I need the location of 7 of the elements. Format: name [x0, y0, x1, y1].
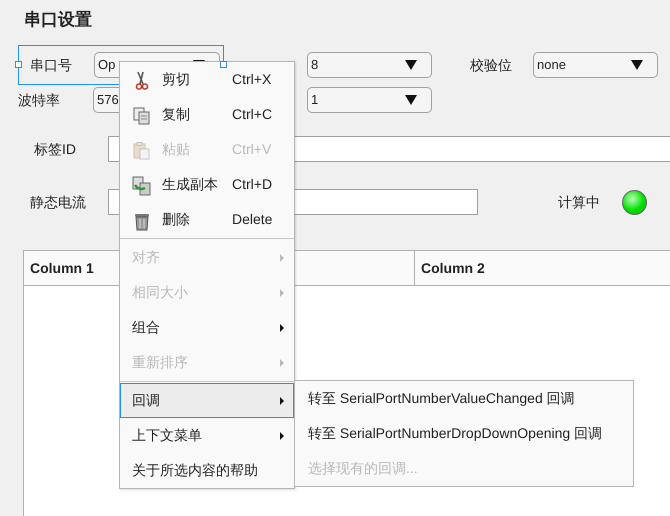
field-label: 串口号 — [29, 56, 73, 74]
field-label: 静态电流 — [30, 192, 87, 212]
field-label: 波特率 — [18, 90, 61, 110]
lamp-label: 计算中 — [558, 192, 601, 212]
panel-title: 串口设置 — [23, 9, 93, 31]
field-label: 校验位 — [470, 56, 513, 74]
field-label: 标签ID — [34, 140, 77, 158]
